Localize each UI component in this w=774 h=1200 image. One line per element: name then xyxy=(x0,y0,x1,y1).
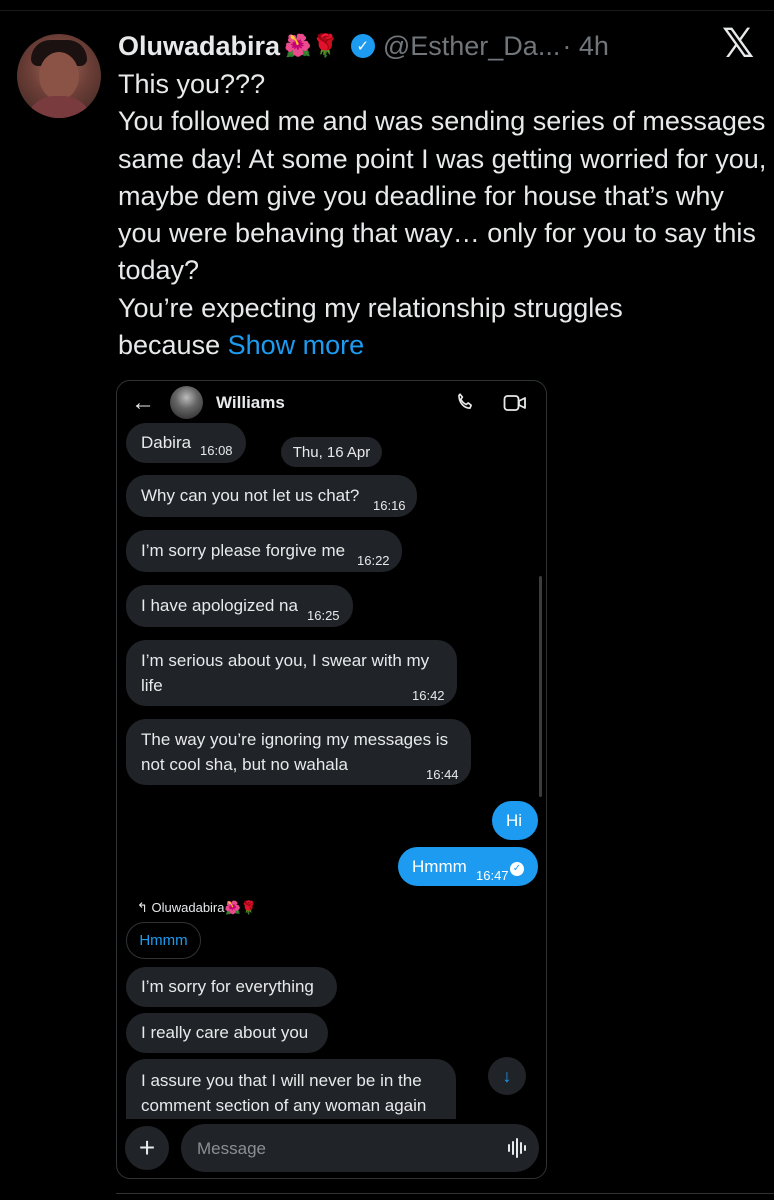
tweet-text: This you??? You followed me and was send… xyxy=(118,66,768,364)
message-text: Hi xyxy=(506,811,523,830)
scroll-down-icon[interactable]: ↓ xyxy=(488,1057,526,1095)
x-logo-icon[interactable]: 𝕏 xyxy=(722,24,758,64)
message-text: Why can you not let us chat? xyxy=(141,486,360,505)
contact-avatar[interactable] xyxy=(170,386,203,419)
tweet-last-line: because Show more xyxy=(118,327,768,364)
video-icon[interactable] xyxy=(503,393,527,413)
message-bubble[interactable]: I’m serious about you, I swear with my l… xyxy=(126,640,457,706)
sent-message-bubble[interactable]: Hmmm 16:47 ✓ xyxy=(398,847,538,886)
tweet-paragraph-2: You followed me and was sending series o… xyxy=(118,106,767,286)
message-text: The way you’re ignoring my messages is n… xyxy=(141,730,449,774)
tweet-line-1: This you??? xyxy=(118,69,266,99)
chat-screenshot[interactable]: ← Williams Dabira 16:08 Thu, 16 Apr Why … xyxy=(116,380,547,1179)
message-bubble[interactable]: The way you’re ignoring my messages is n… xyxy=(126,719,471,785)
message-time: 16:42 xyxy=(412,688,445,703)
message-time: 16:16 xyxy=(373,498,406,513)
quoted-message[interactable]: Hmmm xyxy=(126,922,201,959)
avatar[interactable] xyxy=(17,34,101,118)
bottom-divider xyxy=(116,1193,774,1194)
message-text: I have apologized na xyxy=(141,596,298,615)
phone-icon[interactable] xyxy=(454,391,476,413)
message-text: I’m sorry please forgive me xyxy=(141,541,346,560)
message-text: Dabira xyxy=(141,433,192,452)
message-time: 16:44 xyxy=(426,767,459,782)
plus-icon[interactable]: + xyxy=(125,1126,169,1170)
contact-name[interactable]: Williams xyxy=(216,393,285,413)
message-time: 16:22 xyxy=(357,553,390,568)
back-arrow-icon[interactable]: ← xyxy=(131,389,155,417)
date-pill: Thu, 16 Apr xyxy=(281,437,382,467)
show-more-link[interactable]: Show more xyxy=(228,330,365,360)
message-box[interactable] xyxy=(181,1124,539,1172)
tweet-paragraph-3: You’re expecting my relationship struggl… xyxy=(118,292,623,323)
sent-message-bubble[interactable]: Hi xyxy=(492,801,538,840)
chat-header: ← Williams xyxy=(117,381,546,425)
tweet-header: Oluwadabira 🌺🌹 ✓ @Esther_Da... · 4h xyxy=(118,28,609,64)
message-text: I’m serious about you, I swear with my l… xyxy=(141,651,430,695)
tweet-last-word: because xyxy=(118,330,221,361)
message-text: Hmmm xyxy=(412,857,467,876)
message-text: I assure you that I will never be in the… xyxy=(141,1071,427,1115)
message-time: 16:08 xyxy=(200,443,233,458)
waveform-icon[interactable] xyxy=(507,1136,529,1160)
message-bubble[interactable]: I assure you that I will never be in the… xyxy=(126,1059,456,1119)
handle[interactable]: @Esther_Da... xyxy=(383,31,560,62)
top-divider xyxy=(0,10,774,11)
message-time: 16:25 xyxy=(307,608,340,623)
verified-badge-icon: ✓ xyxy=(350,34,375,58)
timestamp[interactable]: · 4h xyxy=(562,31,609,62)
message-bubble[interactable]: I have apologized na 16:25 xyxy=(126,585,353,627)
name-emojis: 🌺🌹 xyxy=(284,33,339,58)
message-composer: + xyxy=(125,1122,539,1174)
message-bubble[interactable]: Dabira 16:08 xyxy=(126,423,246,463)
scrollbar[interactable] xyxy=(539,576,542,797)
message-text: I’m sorry for everything xyxy=(141,977,314,996)
message-bubble[interactable]: I’m sorry please forgive me 16:22 xyxy=(126,530,402,572)
display-name[interactable]: Oluwadabira xyxy=(118,31,280,62)
message-bubble[interactable]: I’m sorry for everything xyxy=(126,967,337,1007)
message-bubble[interactable]: Why can you not let us chat? 16:16 xyxy=(126,475,417,517)
reply-to-label: ↰ Oluwadabira🌺🌹 xyxy=(137,900,257,915)
message-text: I really care about you xyxy=(141,1023,309,1042)
message-input[interactable] xyxy=(195,1134,489,1164)
message-bubble[interactable]: I really care about you xyxy=(126,1013,328,1053)
message-time: 16:47 xyxy=(476,868,509,883)
read-check-icon: ✓ xyxy=(510,862,524,876)
